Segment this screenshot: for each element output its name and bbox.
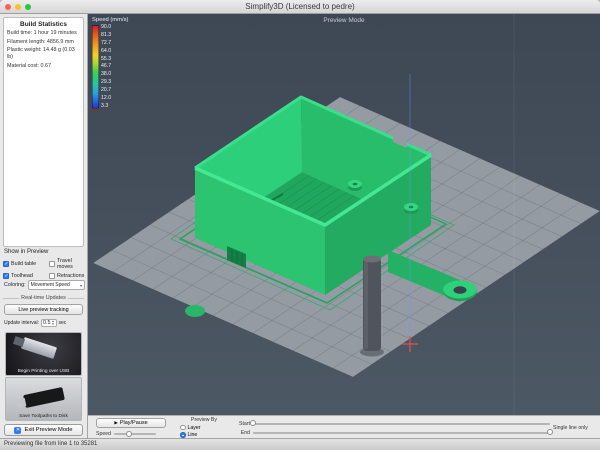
checkbox-icon (49, 273, 55, 279)
model-left-tab (185, 305, 205, 317)
toolhead-top (363, 256, 381, 263)
checkbox-retractions[interactable]: Retractions (49, 273, 86, 279)
update-interval-label: Update interval: (4, 320, 39, 326)
checkbox-icon (3, 261, 9, 267)
show-in-preview-options: Build table Travel moves Toolhead Retrac… (3, 258, 86, 279)
speed-legend-values: 90.0 81.3 72.7 64.0 55.3 46.7 38.0 29.3 … (101, 25, 111, 109)
realtime-updates-title: Real-time Updates (0, 295, 87, 301)
zoom-window-button[interactable] (25, 4, 31, 10)
usb-print-caption: Begin Printing over USB (6, 369, 81, 374)
begin-printing-usb-button[interactable]: Begin Printing over USB (5, 332, 82, 376)
save-toolpaths-button[interactable]: Save Toolpaths to Disk (5, 377, 82, 421)
exit-preview-button[interactable]: ✕ Exit Preview Mode (4, 424, 83, 436)
speed-gradient-bar (92, 25, 99, 109)
show-in-preview-title: Show in Preview (4, 249, 48, 255)
checkbox-label: Travel moves (57, 258, 86, 270)
speed-slider[interactable] (114, 433, 156, 435)
radio-layer[interactable]: Layer (180, 425, 228, 431)
model-boss-hole (409, 206, 414, 209)
sidebar: Build Statistics Build time: 1 hour 19 m… (0, 14, 88, 438)
checkbox-label: Build table (11, 261, 36, 267)
window-title: Simplify3D (Licensed to pedre) (0, 0, 600, 13)
stat-filament-length: Filament length: 4856.9 mm (4, 39, 83, 48)
viewport-3d[interactable]: Speed (mm/s) 90.0 81.3 72.7 64.0 55.3 46… (88, 14, 600, 415)
stat-plastic-weight: Plastic weight: 14.48 g (0.03 lb) (4, 47, 83, 63)
checkbox-build-table[interactable]: Build table (3, 258, 49, 270)
checkbox-toolhead[interactable]: Toolhead (3, 273, 49, 279)
play-pause-label: Play/Pause (120, 420, 148, 426)
chevron-down-icon: ▾ (80, 283, 82, 288)
live-preview-tracking-button[interactable]: Live preview tracking (4, 304, 83, 315)
speed-label: Speed (96, 431, 111, 437)
radio-layer-label: Layer (188, 425, 201, 431)
save-toolpaths-caption: Save Toolpaths to Disk (6, 414, 81, 419)
checkbox-label: Retractions (57, 273, 84, 279)
model-boss-hole (353, 183, 358, 186)
window-controls (5, 4, 31, 10)
end-label: End (236, 430, 250, 436)
scene-3d (88, 14, 600, 415)
status-bar: Previewing file from line 1 to 35281 (0, 438, 600, 450)
close-window-button[interactable] (5, 4, 11, 10)
exit-preview-label: Exit Preview Mode (24, 427, 72, 433)
radio-icon-selected (180, 432, 186, 438)
minimize-window-button[interactable] (15, 4, 21, 10)
coloring-label: Coloring: (4, 282, 26, 288)
checkbox-icon (49, 261, 55, 267)
update-interval-unit: sec (59, 320, 67, 326)
titlebar: Simplify3D (Licensed to pedre) (0, 0, 600, 14)
preview-controls: ▶ Play/Pause Speed Preview By Layer Line (88, 415, 600, 438)
single-line-label: Single line only (553, 425, 599, 431)
coloring-selected-value: Movement Speed (31, 282, 70, 288)
update-interval-stepper[interactable]: 0.5 ▲ ▼ (41, 319, 56, 327)
usb-plug-icon (21, 337, 57, 359)
stat-material-cost: Material cost: 0.67 (4, 63, 83, 72)
start-label: Start (236, 421, 250, 427)
status-text: Previewing file from line 1 to 35281 (4, 441, 97, 447)
speed-legend: Speed (mm/s) 90.0 81.3 72.7 64.0 55.3 46… (92, 17, 128, 109)
play-icon: ▶ (114, 420, 117, 426)
checkbox-icon (3, 273, 9, 279)
checkbox-travel-moves[interactable]: Travel moves (49, 258, 86, 270)
stat-build-time: Build time: 1 hour 19 minutes (4, 30, 83, 39)
app-window: Simplify3D (Licensed to pedre) Build Sta… (0, 0, 600, 450)
start-slider[interactable] (253, 423, 550, 425)
usb-stick-icon (23, 387, 65, 408)
checkbox-label: Toolhead (11, 273, 33, 279)
radio-icon (180, 425, 186, 431)
update-interval-value: 0.5 (43, 320, 51, 326)
stepper-arrows-icon[interactable]: ▲ ▼ (52, 320, 55, 326)
preview-mode-label: Preview Mode (88, 17, 600, 24)
toolhead-highlight (364, 260, 368, 349)
play-pause-button[interactable]: ▶ Play/Pause (96, 418, 166, 428)
start-slider-thumb[interactable] (250, 420, 256, 426)
build-statistics-panel: Build Statistics Build time: 1 hour 19 m… (3, 17, 84, 247)
coloring-select[interactable]: Movement Speed ▾ (28, 280, 85, 290)
speed-slider-thumb[interactable] (126, 431, 132, 437)
model-grommet-hole (454, 286, 467, 294)
end-slider[interactable] (253, 432, 550, 434)
build-statistics-title: Build Statistics (4, 18, 83, 30)
close-icon: ✕ (14, 427, 21, 434)
preview-by-label: Preview By (180, 417, 228, 423)
